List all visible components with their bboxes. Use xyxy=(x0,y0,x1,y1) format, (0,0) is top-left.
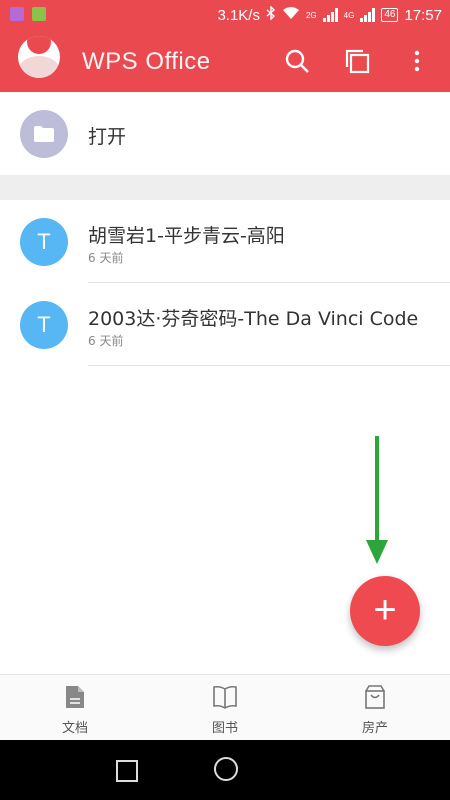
network-2g: 2G xyxy=(305,10,317,20)
top-bar: 3.1K/s 2G 4G 46 17:57 WPS Office xyxy=(0,0,450,92)
app-notification-icon xyxy=(32,7,46,21)
status-right: 3.1K/s 2G 4G 46 17:57 xyxy=(217,5,442,24)
section-separator xyxy=(0,175,450,200)
nav-label: 文档 xyxy=(61,721,88,736)
search-icon[interactable] xyxy=(282,46,312,76)
battery-level: 46 xyxy=(381,8,399,22)
txt-file-icon: T xyxy=(20,218,68,266)
add-button[interactable]: + xyxy=(350,576,420,646)
divider xyxy=(88,365,450,366)
file-time: 6 天前 xyxy=(88,334,124,348)
nav-label: 房产 xyxy=(361,721,388,736)
multi-window-icon[interactable] xyxy=(342,46,372,76)
recents-button[interactable] xyxy=(116,760,138,782)
plus-icon: + xyxy=(373,587,397,632)
file-time: 6 天前 xyxy=(88,251,124,265)
list-item[interactable]: T 胡雪岩1-平步青云-高阳 6 天前 xyxy=(0,200,450,283)
nav-item-property[interactable]: 房产 xyxy=(300,675,450,741)
more-vert-icon[interactable] xyxy=(402,46,432,76)
document-icon xyxy=(0,685,150,711)
home-button[interactable] xyxy=(214,757,238,781)
clock: 17:57 xyxy=(404,6,442,24)
bottom-nav: 文档 图书 房产 xyxy=(0,674,450,741)
open-row[interactable]: 打开 xyxy=(0,92,450,175)
status-notifications xyxy=(10,7,46,21)
system-nav-bar xyxy=(0,740,450,800)
network-speed: 3.1K/s xyxy=(217,6,260,24)
app-bar: WPS Office xyxy=(0,30,450,92)
book-icon xyxy=(150,685,300,711)
bag-icon xyxy=(300,685,450,711)
list-item[interactable]: T 2003达·芬奇密码-The Da Vinci Code 6 天前 xyxy=(0,283,450,366)
nav-item-books[interactable]: 图书 xyxy=(150,675,300,741)
file-name: 2003达·芬奇密码-The Da Vinci Code xyxy=(88,308,419,330)
nav-label: 图书 xyxy=(211,721,238,736)
folder-icon xyxy=(20,110,68,158)
file-name: 胡雪岩1-平步青云-高阳 xyxy=(88,225,285,247)
avatar[interactable] xyxy=(18,36,60,78)
status-bar: 3.1K/s 2G 4G 46 17:57 xyxy=(0,0,450,30)
txt-file-icon: T xyxy=(20,301,68,349)
app-bar-actions xyxy=(282,46,432,76)
app-title: WPS Office xyxy=(82,48,211,75)
open-label: 打开 xyxy=(88,126,127,148)
network-4g: 4G xyxy=(343,10,355,20)
nav-item-documents[interactable]: 文档 xyxy=(0,675,150,741)
signal-2g-icon xyxy=(322,8,338,22)
annotation-arrow-shaft xyxy=(375,436,379,544)
wifi-icon xyxy=(282,6,300,24)
bluetooth-icon xyxy=(266,5,276,24)
annotation-arrow-head xyxy=(366,540,388,564)
gallery-notification-icon xyxy=(10,7,24,21)
signal-4g-icon xyxy=(360,8,376,22)
